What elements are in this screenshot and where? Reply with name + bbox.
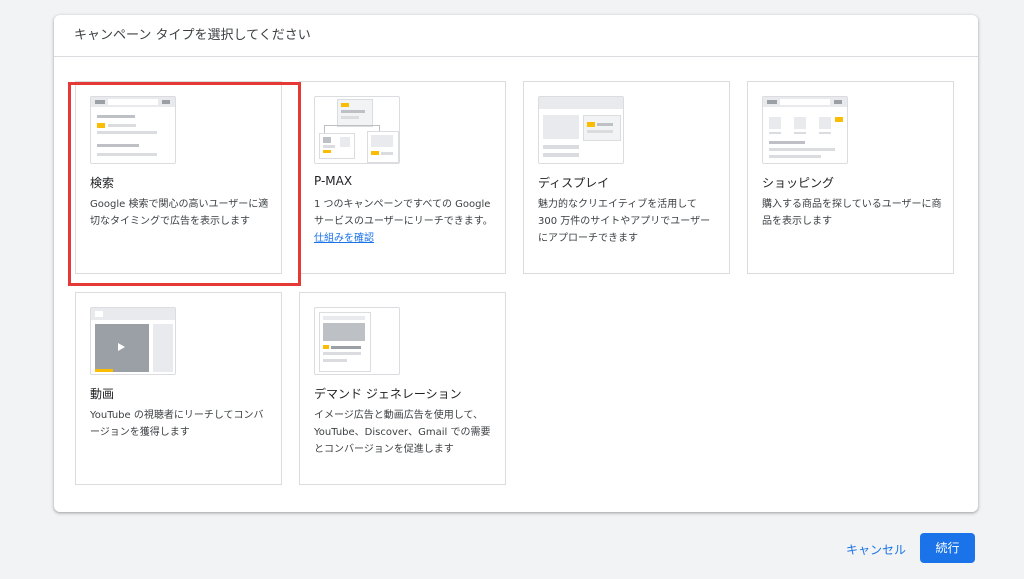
- card-title: デマンド ジェネレーション: [314, 387, 462, 401]
- card-description: 購入する商品を探しているユーザーに商品を表示します: [762, 199, 942, 227]
- card-description: 魅力的なクリエイティブを活用して 300 万件のサイトやアプリでユーザーにアプロ…: [538, 199, 711, 244]
- card-description-text: 1 つのキャンペーンですべての Google サービスのユーザーにリーチできます…: [314, 199, 493, 227]
- card-display[interactable]: ディスプレイ 魅力的なクリエイティブを活用して 300 万件のサイトやアプリでユ…: [523, 81, 730, 274]
- card-title: 検索: [90, 176, 115, 190]
- cancel-button[interactable]: キャンセル: [840, 536, 912, 564]
- card-title: ディスプレイ: [538, 176, 610, 190]
- dialog-title: キャンペーン タイプを選択してください: [54, 15, 978, 57]
- card-search[interactable]: 検索 Google 検索で関心の高いユーザーに適切なタイミングで広告を表示します: [75, 81, 282, 274]
- card-title: P-MAX: [314, 174, 353, 188]
- card-title: 動画: [90, 387, 115, 401]
- card-title: ショッピング: [762, 176, 835, 190]
- learn-more-link[interactable]: 仕組みを確認: [314, 233, 374, 244]
- continue-button[interactable]: 続行: [920, 533, 975, 563]
- video-campaign-icon: [90, 307, 176, 375]
- pmax-campaign-icon: [314, 96, 400, 164]
- card-description: イメージ広告と動画広告を使用して、YouTube、Discover、Gmail …: [314, 410, 491, 455]
- card-description: YouTube の視聴者にリーチしてコンバージョンを獲得します: [90, 410, 264, 438]
- shopping-campaign-icon: [762, 96, 848, 164]
- search-campaign-icon: [90, 96, 176, 164]
- display-campaign-icon: [538, 96, 624, 164]
- card-pmax[interactable]: P-MAX 1 つのキャンペーンですべての Google サービスのユーザーにリ…: [299, 81, 506, 274]
- card-demand-gen[interactable]: デマンド ジェネレーション イメージ広告と動画広告を使用して、YouTube、D…: [299, 292, 506, 485]
- card-description: 1 つのキャンペーンですべての Google サービスのユーザーにリーチできます…: [314, 196, 494, 247]
- demand-gen-campaign-icon: [314, 307, 400, 375]
- card-video[interactable]: 動画 YouTube の視聴者にリーチしてコンバージョンを獲得します: [75, 292, 282, 485]
- card-shopping[interactable]: ショッピング 購入する商品を探しているユーザーに商品を表示します: [747, 81, 954, 274]
- card-description: Google 検索で関心の高いユーザーに適切なタイミングで広告を表示します: [90, 199, 269, 227]
